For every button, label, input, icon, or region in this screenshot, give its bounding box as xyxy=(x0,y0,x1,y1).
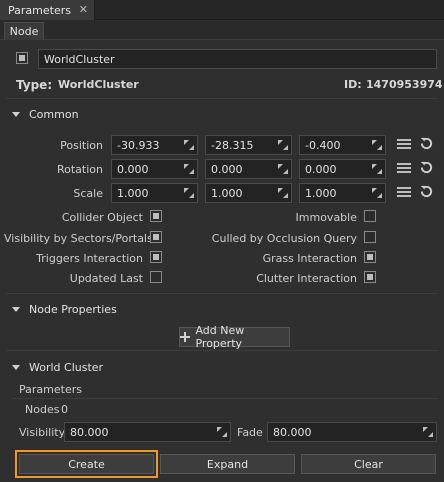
drag-spin-icon[interactable] xyxy=(372,188,382,198)
flag-culled-occlusion-checkbox[interactable] xyxy=(364,231,376,243)
visibility-value: 80.000 xyxy=(70,425,109,439)
scale-reset-icon[interactable] xyxy=(419,184,434,199)
clear-button[interactable]: Clear xyxy=(301,454,436,474)
window-tabbar: Parameters ✕ xyxy=(0,0,444,20)
flag-updated-last-label: Updated Last xyxy=(69,272,143,285)
visibility-label: Visibility xyxy=(19,426,66,439)
section-world-cluster-title: World Cluster xyxy=(29,360,104,374)
section-common-title: Common xyxy=(29,107,79,121)
flag-grass-interaction-label: Grass Interaction xyxy=(262,252,357,265)
position-x-input[interactable]: -30.933 xyxy=(111,135,198,155)
add-new-property-label: Add New Property xyxy=(195,324,245,350)
expand-button[interactable]: Expand xyxy=(160,454,295,474)
flag-triggers-interaction-checkbox[interactable] xyxy=(150,251,162,263)
flag-immovable-label: Immovable xyxy=(295,211,357,224)
scale-x-input[interactable]: 1.000 xyxy=(111,183,198,203)
node-name-input[interactable]: WorldCluster xyxy=(38,49,437,69)
scale-y-value: 1.000 xyxy=(211,186,243,200)
drag-spin-icon[interactable] xyxy=(278,164,288,174)
position-reset-icon[interactable] xyxy=(419,136,434,151)
position-y-input[interactable]: -28.315 xyxy=(205,135,292,155)
collapse-triangle-icon xyxy=(12,364,20,370)
world-cluster-parameters-title: Parameters xyxy=(19,383,82,396)
drag-spin-icon[interactable] xyxy=(278,140,288,150)
nodes-label: Nodes xyxy=(25,403,60,416)
position-label: Position xyxy=(60,139,103,152)
rotation-x-input[interactable]: 0.000 xyxy=(111,159,198,179)
scale-x-value: 1.000 xyxy=(117,186,149,200)
create-button[interactable]: Create xyxy=(15,450,158,478)
flag-clutter-interaction-label: Clutter Interaction xyxy=(256,272,357,285)
drag-spin-icon[interactable] xyxy=(372,140,382,150)
scale-label: Scale xyxy=(73,187,103,200)
section-common-header[interactable]: Common xyxy=(0,103,444,125)
nodes-value: 0 xyxy=(61,403,68,416)
section-node-properties-title: Node Properties xyxy=(29,302,117,316)
scale-y-input[interactable]: 1.000 xyxy=(205,183,292,203)
position-menu-icon[interactable] xyxy=(397,139,411,150)
position-y-value: -28.315 xyxy=(211,138,254,152)
rotation-y-input[interactable]: 0.000 xyxy=(205,159,292,179)
scale-z-value: 1.000 xyxy=(305,186,337,200)
divider xyxy=(6,98,438,99)
drag-spin-icon[interactable] xyxy=(184,140,194,150)
flag-clutter-interaction-checkbox[interactable] xyxy=(364,271,376,283)
flag-triggers-interaction-label: Triggers Interaction xyxy=(36,252,143,265)
rotation-label: Rotation xyxy=(56,163,103,176)
drag-spin-icon[interactable] xyxy=(217,427,227,437)
drag-spin-icon[interactable] xyxy=(184,164,194,174)
add-new-property-button[interactable]: Add New Property xyxy=(179,324,290,350)
id-value: 1470953974 xyxy=(366,78,443,91)
section-world-cluster-header[interactable]: World Cluster xyxy=(0,356,444,378)
rotation-menu-icon[interactable] xyxy=(397,163,411,174)
flag-collider-object-label: Collider Object xyxy=(61,211,143,224)
flag-grass-interaction-checkbox[interactable] xyxy=(364,251,376,263)
section-node-properties-header[interactable]: Node Properties xyxy=(0,298,444,320)
drag-spin-icon[interactable] xyxy=(184,188,194,198)
scale-z-input[interactable]: 1.000 xyxy=(299,183,386,203)
fade-value: 80.000 xyxy=(273,425,312,439)
drag-spin-icon[interactable] xyxy=(372,164,382,174)
node-enabled-checkbox[interactable] xyxy=(16,52,28,64)
position-z-value: -0.400 xyxy=(305,138,341,152)
drag-spin-icon[interactable] xyxy=(423,427,433,437)
flag-immovable-checkbox[interactable] xyxy=(364,210,376,222)
visibility-input[interactable]: 80.000 xyxy=(64,422,231,442)
type-value: WorldCluster xyxy=(58,78,139,91)
type-label: Type: xyxy=(16,78,53,92)
plus-icon xyxy=(180,332,191,342)
rotation-reset-icon[interactable] xyxy=(419,160,434,175)
collapse-triangle-icon xyxy=(12,306,20,312)
collapse-triangle-icon xyxy=(12,111,20,117)
flag-visibility-sectors-label: Visibility by Sectors/Portals xyxy=(4,232,153,245)
position-x-value: -30.933 xyxy=(117,138,160,152)
flag-culled-occlusion-label: Culled by Occlusion Query xyxy=(211,232,357,245)
divider xyxy=(6,350,438,351)
rotation-z-input[interactable]: 0.000 xyxy=(299,159,386,179)
tab-node[interactable]: Node xyxy=(4,22,44,40)
flag-visibility-sectors-checkbox[interactable] xyxy=(150,231,162,243)
drag-spin-icon[interactable] xyxy=(278,188,288,198)
rotation-z-value: 0.000 xyxy=(305,162,337,176)
subtab-bar: Node xyxy=(0,20,444,40)
fade-label: Fade xyxy=(237,426,263,439)
position-z-input[interactable]: -0.400 xyxy=(299,135,386,155)
rotation-y-value: 0.000 xyxy=(211,162,243,176)
divider xyxy=(12,398,438,399)
id-label: ID: xyxy=(344,78,362,91)
scale-menu-icon[interactable] xyxy=(397,187,411,198)
close-icon[interactable]: ✕ xyxy=(79,3,88,16)
divider xyxy=(6,293,438,294)
tab-parameters[interactable]: Parameters ✕ xyxy=(0,0,95,20)
flag-collider-object-checkbox[interactable] xyxy=(150,210,162,222)
rotation-x-value: 0.000 xyxy=(117,162,149,176)
flag-updated-last-checkbox[interactable] xyxy=(150,271,162,283)
tab-parameters-label: Parameters xyxy=(8,3,71,17)
fade-input[interactable]: 80.000 xyxy=(267,422,437,442)
